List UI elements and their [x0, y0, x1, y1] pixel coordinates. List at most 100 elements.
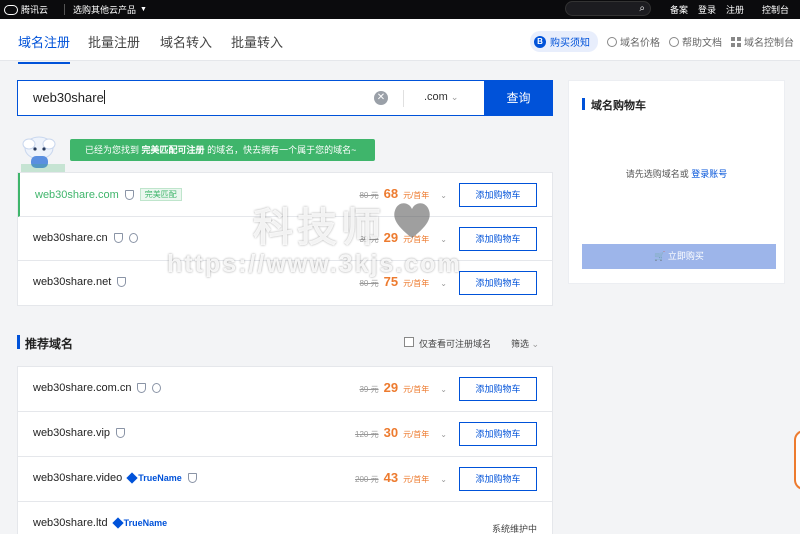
clear-icon[interactable]: ✕ [374, 91, 388, 105]
docs-link[interactable]: 帮助文档 [669, 34, 722, 49]
add-to-cart-button[interactable]: 添加购物车 [459, 377, 537, 401]
current-price: 29 [383, 380, 399, 395]
price-block: 200 元 43 元/首年 ⌄ [355, 470, 447, 485]
banner-suffix: 的域名，快去拥有一个属于您的域名~ [207, 145, 357, 155]
filter-dropdown[interactable]: 筛选 ⌄ [511, 337, 539, 350]
domain-console-link[interactable]: 域名控制台 [731, 34, 794, 49]
price-label: 域名价格 [620, 38, 660, 49]
domain-name[interactable]: web30share.com.cn [33, 382, 131, 394]
products-menu[interactable]: 选购其他云产品 ▼ [73, 3, 147, 16]
heart-icon [394, 203, 430, 238]
add-to-cart-button[interactable]: 添加购物车 [459, 422, 537, 446]
link-register[interactable]: 注册 [726, 3, 744, 16]
truename-icon [126, 472, 138, 484]
recommended-header: 推荐域名 仅查看可注册域名 筛选 ⌄ [17, 333, 553, 353]
buy-now-label: 立即购买 [667, 251, 704, 261]
text-caret [103, 90, 105, 104]
recommended-row: web30share.com.cn 39 元 29 元/首年 ⌄ 添加购物车 [18, 367, 552, 412]
price-icon [607, 36, 617, 47]
caret-down-icon: ▼ [140, 6, 147, 13]
brand-logo[interactable]: 腾讯云 [4, 3, 48, 16]
global-search-input[interactable]: ⌕ [565, 1, 651, 16]
console-link[interactable]: 控制台 [762, 3, 789, 16]
chevron-down-icon[interactable]: ⌄ [440, 235, 447, 244]
domain-name[interactable]: web30share.cn [33, 232, 108, 244]
chevron-down-icon: ⌄ [531, 339, 540, 349]
chevron-down-icon[interactable]: ⌄ [440, 475, 447, 484]
chevron-down-icon[interactable]: ⌄ [440, 430, 447, 439]
price-block: 120 元 30 元/首年 ⌄ [355, 425, 447, 440]
shield-icon [137, 383, 147, 393]
notice-pill[interactable]: B 购买须知 [530, 31, 598, 52]
price-link[interactable]: 域名价格 [607, 34, 660, 49]
login-link[interactable]: 登录账号 [691, 169, 727, 179]
query-button[interactable]: 查询 [484, 80, 553, 116]
recommended-list: web30share.com.cn 39 元 29 元/首年 ⌄ 添加购物车 w… [17, 366, 553, 534]
domain-name[interactable]: web30share.video [33, 472, 122, 484]
tab-domain-register[interactable]: 域名注册 [18, 32, 71, 64]
cart-hint-text: 请先选购域名或 [625, 169, 689, 179]
domain-search-input[interactable]: web30share [33, 90, 373, 105]
price-unit: 元/首年 [403, 475, 430, 484]
brand-name: 腾讯云 [21, 5, 49, 15]
chevron-down-icon[interactable]: ⌄ [440, 385, 447, 394]
truename-label: TrueName [138, 473, 182, 483]
link-beian[interactable]: 备案 [670, 3, 688, 16]
only-available-label[interactable]: 仅查看可注册域名 [419, 337, 491, 350]
shield-icon [187, 473, 197, 483]
price-block: 39 元 29 元/首年 ⌄ [359, 380, 447, 395]
recommended-row: web30share.ltd TrueName 系统维护中 [18, 502, 552, 534]
buy-now-button[interactable]: 🛒 立即购买 [582, 244, 776, 269]
notice-icon: B [534, 35, 546, 48]
shield-icon [124, 189, 134, 200]
domain-name[interactable]: web30share.net [33, 276, 111, 288]
match-banner: 已经为您找到 完美匹配可注册 的域名，快去拥有一个属于您的域名~ [70, 139, 375, 161]
tab-domain-transfer[interactable]: 域名转入 [160, 32, 212, 51]
domain-search-box: web30share ✕ .com ⌄ 查询 [17, 80, 553, 116]
help-icon [669, 36, 679, 47]
price-unit: 元/首年 [403, 430, 430, 439]
top-bar: 腾讯云 选购其他云产品 ▼ ⌕ 备案 登录 注册 控制台 [0, 0, 800, 19]
link-login[interactable]: 登录 [698, 3, 716, 16]
recommended-row: web30share.video TrueName 200 元 43 元/首年 … [18, 457, 552, 502]
price-unit: 元/首年 [403, 279, 430, 288]
add-to-cart-button[interactable]: 添加购物车 [459, 183, 537, 207]
divider [403, 90, 404, 107]
maintenance-status: 系统维护中 [491, 524, 537, 534]
tld-select[interactable]: .com ⌄ [424, 91, 458, 103]
current-price: 30 [383, 425, 399, 440]
chevron-down-icon[interactable]: ⌄ [440, 279, 447, 288]
tab-bar: 域名注册 批量注册 域名转入 批量转入 B 购买须知 域名价格 帮助文档 域名控制… [0, 19, 800, 64]
shield-icon [117, 277, 127, 287]
cart-icon: 🛒 [654, 251, 666, 261]
chevron-down-icon: ⌄ [450, 92, 459, 102]
domain-console-label: 域名控制台 [744, 38, 794, 49]
truename-label: TrueName [123, 518, 168, 528]
current-price: 43 [383, 470, 399, 485]
original-price: 200 元 [355, 475, 379, 484]
tld-value: .com [424, 91, 448, 103]
domain-name[interactable]: web30share.ltd [33, 517, 108, 529]
watermark-text: 科技师 [253, 206, 385, 250]
search-icon[interactable]: ⌕ [639, 3, 645, 14]
divider [64, 4, 65, 15]
only-available-checkbox[interactable] [404, 337, 414, 347]
domain-name[interactable]: web30share.com [35, 189, 119, 201]
shield-icon [113, 233, 123, 243]
search-value: web30share [33, 90, 104, 105]
add-to-cart-button[interactable]: 添加购物车 [459, 271, 537, 295]
truename-badge: TrueName [126, 472, 182, 484]
chevron-down-icon[interactable]: ⌄ [440, 191, 447, 200]
tab-batch-transfer[interactable]: 批量转入 [231, 32, 283, 51]
verify-icon [128, 233, 138, 243]
cart-title: 域名购物车 [591, 100, 646, 112]
domain-cart: 域名购物车 请先选购域名或 登录账号 🛒 立即购买 [568, 80, 785, 284]
floating-service-tab[interactable] [794, 430, 800, 490]
docs-label: 帮助文档 [682, 38, 722, 49]
add-to-cart-button[interactable]: 添加购物车 [459, 467, 537, 491]
shield-icon [116, 428, 126, 438]
section-marker [17, 335, 20, 349]
domain-name[interactable]: web30share.vip [33, 427, 110, 439]
tab-batch-register[interactable]: 批量注册 [88, 32, 140, 51]
add-to-cart-button[interactable]: 添加购物车 [459, 227, 537, 251]
